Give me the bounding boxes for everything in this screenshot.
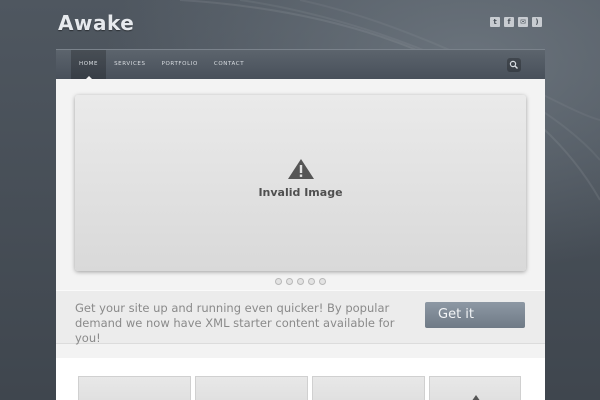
- promo-text: Get your site up and running even quicke…: [75, 301, 395, 345]
- facebook-icon[interactable]: f: [504, 17, 514, 27]
- nav-item-services[interactable]: SERVICES: [106, 50, 153, 80]
- slider-dot[interactable]: [286, 278, 293, 285]
- image-slider[interactable]: Invalid Image: [75, 95, 526, 271]
- twitter-icon[interactable]: t: [490, 17, 500, 27]
- social-links: t f ✉ ): [490, 17, 542, 27]
- email-icon[interactable]: ✉: [518, 17, 528, 27]
- invalid-image-placeholder: Invalid Image: [75, 158, 526, 199]
- slider-dot[interactable]: [275, 278, 282, 285]
- portfolio-thumb[interactable]: [429, 376, 521, 400]
- rss-icon[interactable]: ): [532, 17, 542, 27]
- main-navigation: HOME SERVICES PORTFOLIO CONTACT: [56, 49, 545, 80]
- nav-item-contact[interactable]: CONTACT: [206, 50, 252, 80]
- slider-dot[interactable]: [319, 278, 326, 285]
- invalid-image-text: Invalid Image: [258, 186, 343, 199]
- promo-bar: Get your site up and running even quicke…: [56, 290, 545, 345]
- portfolio-preview: [56, 358, 545, 400]
- nav-item-portfolio[interactable]: PORTFOLIO: [154, 50, 206, 80]
- site-logo[interactable]: Awake: [58, 11, 134, 35]
- search-icon[interactable]: [507, 58, 521, 72]
- portfolio-thumb[interactable]: [312, 376, 425, 400]
- nav-item-home[interactable]: HOME: [71, 50, 107, 80]
- portfolio-thumb[interactable]: [78, 376, 191, 400]
- portfolio-thumb[interactable]: [195, 376, 308, 400]
- slider-pagination: [56, 278, 545, 285]
- slider-dot[interactable]: [308, 278, 315, 285]
- get-it-button[interactable]: Get it: [425, 302, 525, 328]
- content-area: Invalid Image Get your site up and runni…: [56, 79, 545, 400]
- slider-dot[interactable]: [297, 278, 304, 285]
- warning-icon: [287, 159, 314, 179]
- warning-icon: [472, 395, 480, 400]
